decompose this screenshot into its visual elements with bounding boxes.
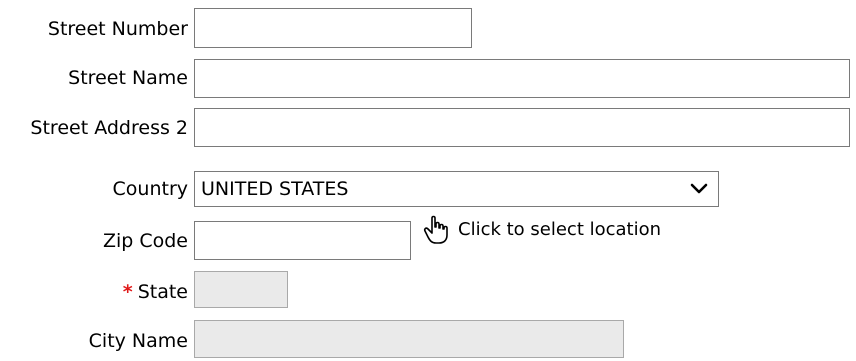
street-number-label: Street Number: [47, 18, 188, 40]
country-label: Country: [112, 178, 188, 200]
state-input: [194, 271, 288, 308]
select-location-label: Click to select location: [458, 219, 662, 240]
address-form: Street Number Street Name Street Address…: [0, 0, 856, 361]
state-label-text: State: [137, 281, 188, 303]
city-name-label: City Name: [88, 330, 188, 352]
country-select[interactable]: UNITED STATES: [194, 171, 719, 207]
country-select-value: UNITED STATES: [201, 178, 349, 200]
select-location-link[interactable]: Click to select location: [422, 214, 661, 246]
street-address-2-input[interactable]: [194, 108, 850, 147]
state-label: * State: [123, 280, 188, 304]
hand-pointer-icon: [422, 214, 452, 246]
street-name-input[interactable]: [194, 59, 850, 98]
required-marker: *: [122, 281, 133, 303]
street-name-label: Street Name: [68, 67, 188, 89]
street-address-2-label: Street Address 2: [30, 117, 188, 139]
chevron-down-icon: [688, 181, 710, 197]
zip-code-label: Zip Code: [102, 230, 188, 252]
zip-code-input[interactable]: [194, 221, 411, 260]
city-name-input: [194, 320, 624, 358]
street-number-input[interactable]: [194, 8, 472, 48]
